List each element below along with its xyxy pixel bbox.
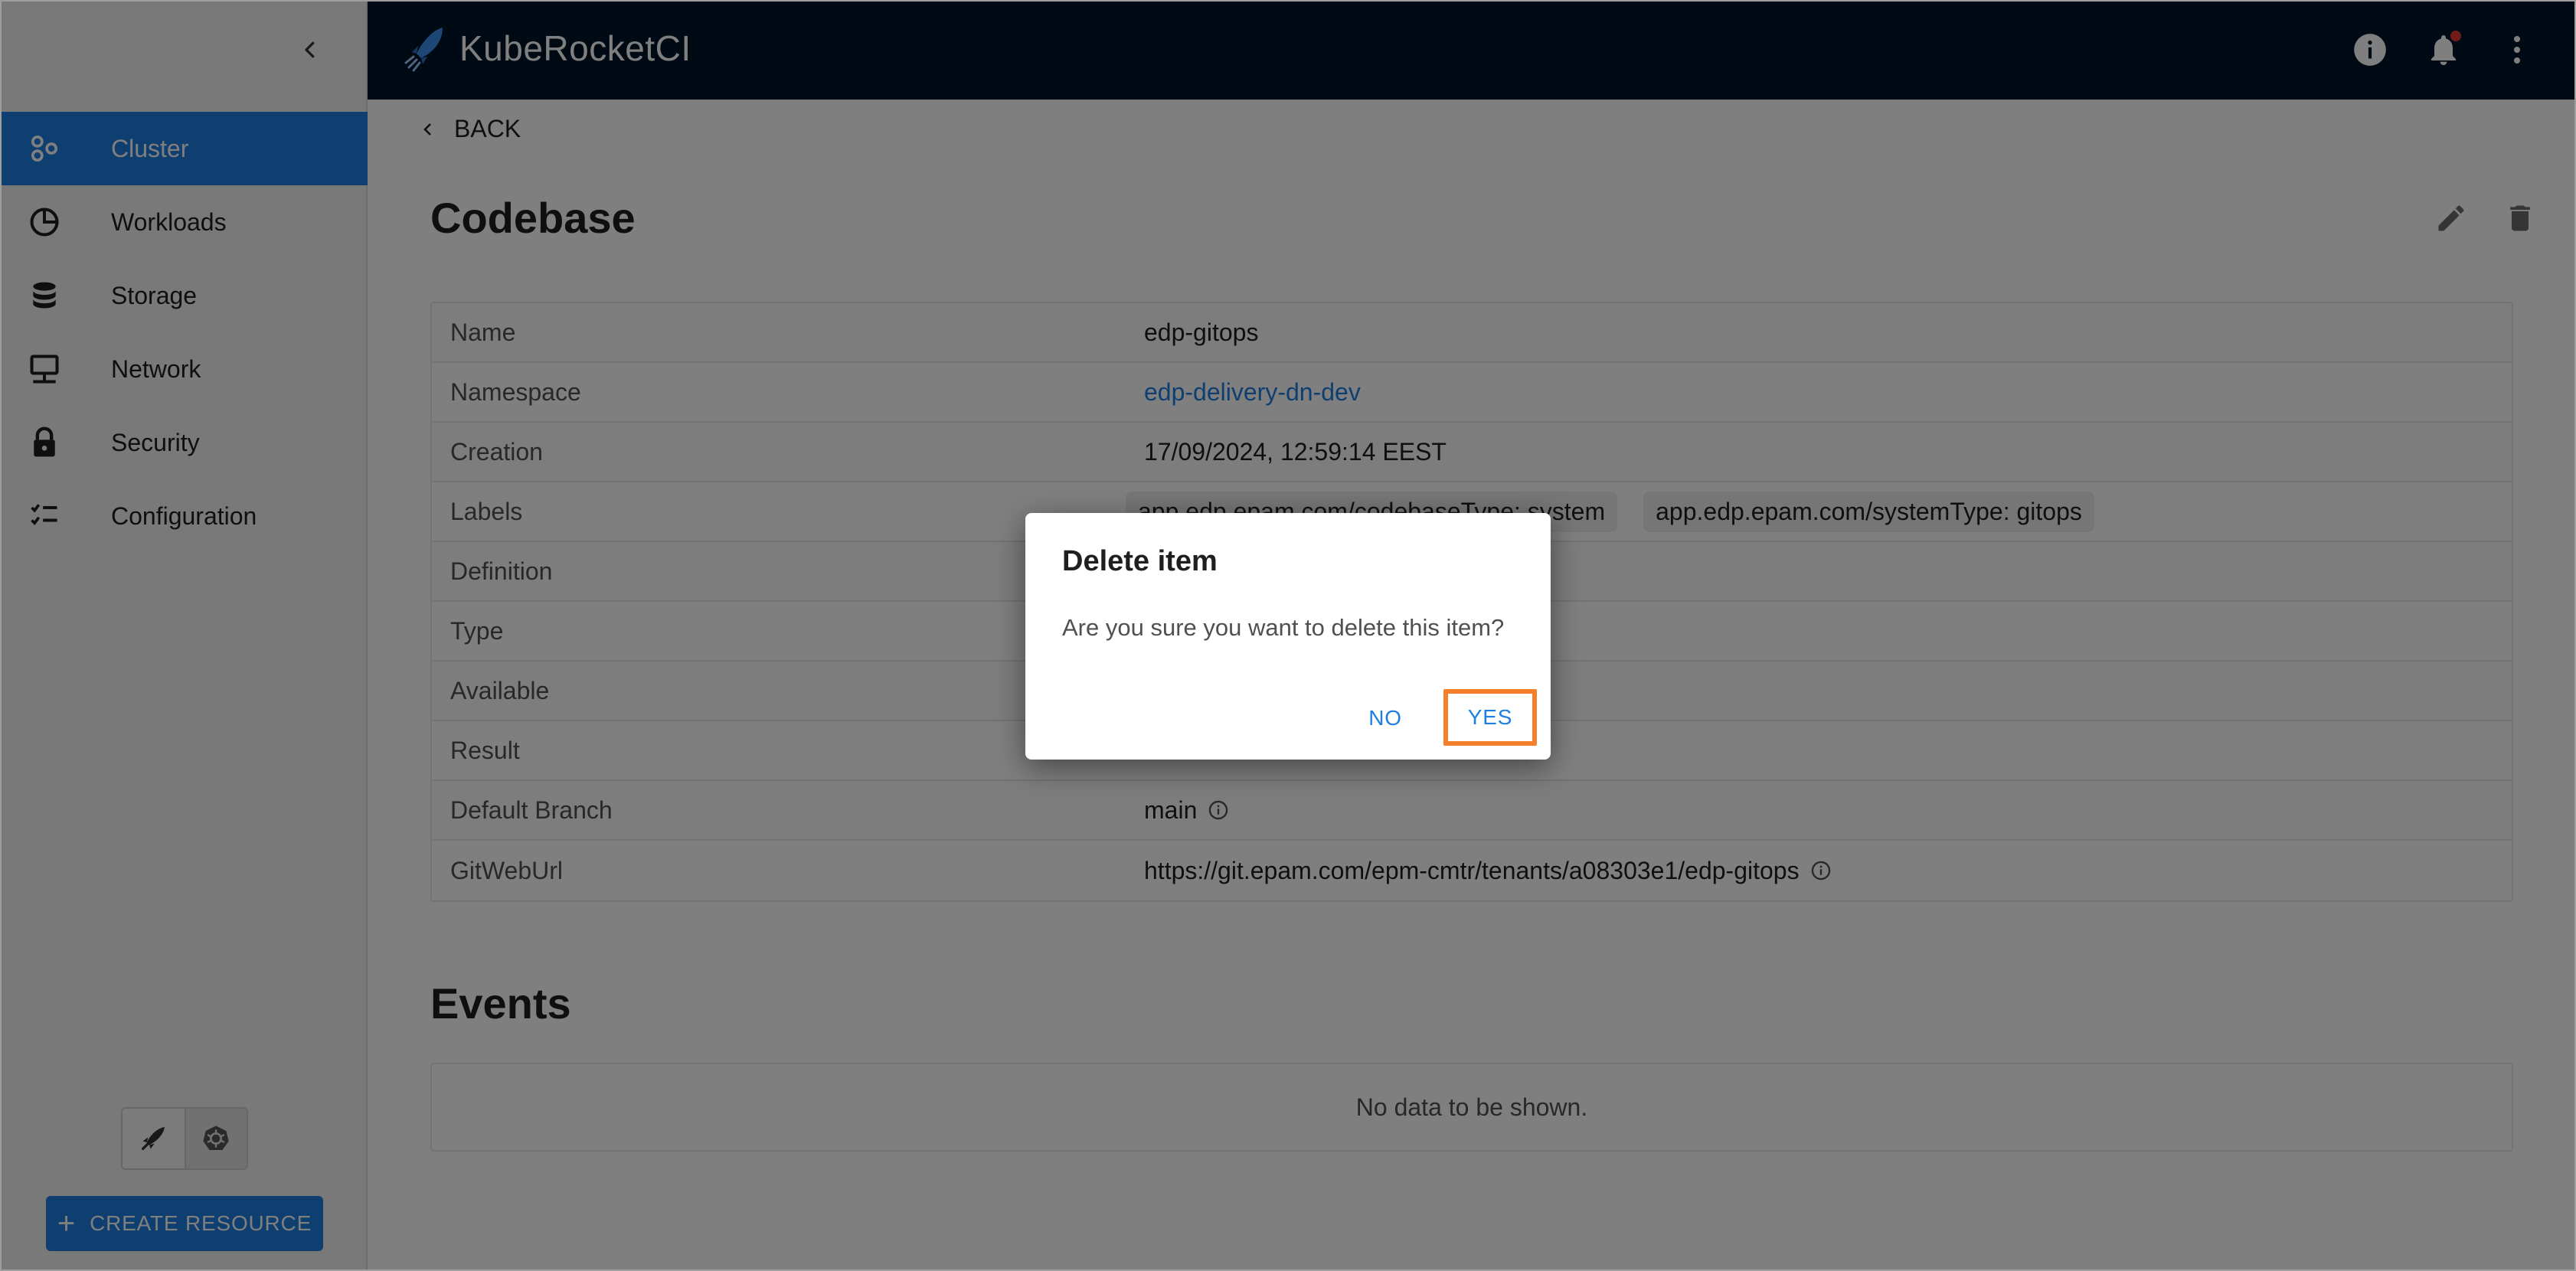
dialog-title: Delete item (1062, 545, 1218, 577)
no-button[interactable]: NO (1347, 694, 1424, 743)
delete-confirm-dialog: Delete item Are you sure you want to del… (1025, 513, 1551, 760)
yes-button[interactable]: YES (1443, 689, 1537, 746)
dialog-message: Are you sure you want to delete this ite… (1062, 614, 1505, 641)
